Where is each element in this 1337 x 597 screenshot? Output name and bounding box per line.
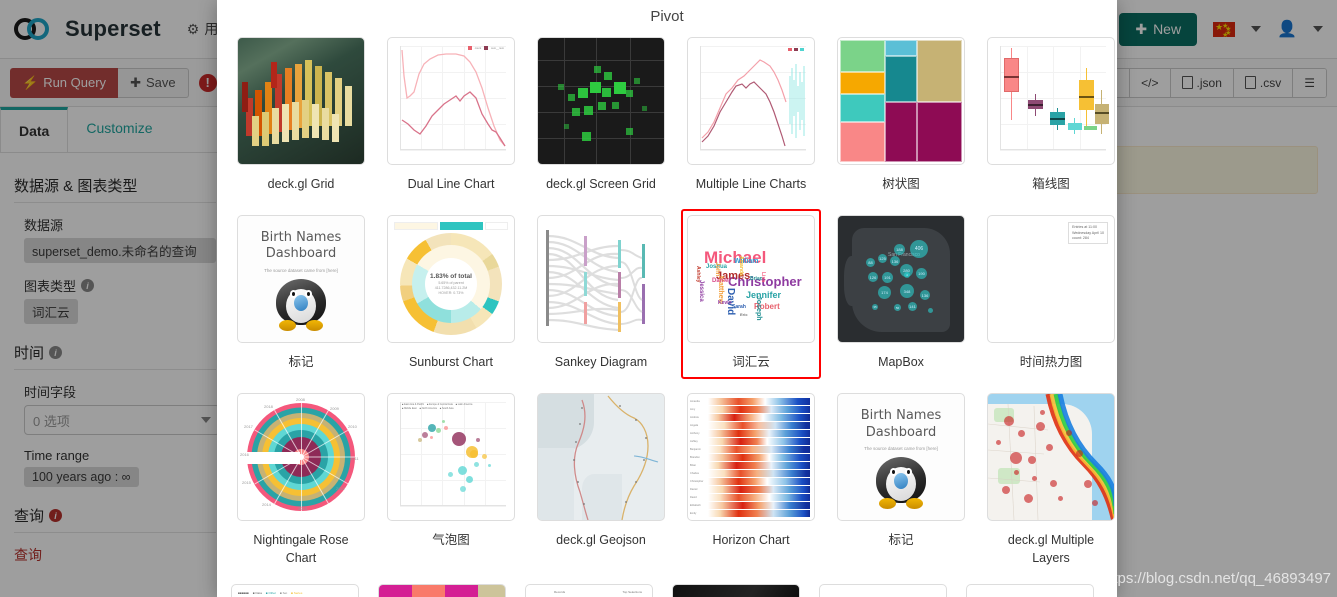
viz-cell-deckgl-geojson[interactable]: deck.gl Geojson bbox=[531, 387, 671, 575]
viz-label: Horizon Chart bbox=[712, 533, 790, 548]
word-lisa: Lisa bbox=[760, 272, 766, 283]
thumbnail-partial-2[interactable] bbox=[378, 583, 506, 597]
thumbnail-deckgl-grid bbox=[237, 37, 365, 165]
word-daniel: Daniel bbox=[712, 278, 731, 285]
word-sarah: Sarah bbox=[732, 304, 746, 311]
modal-title: Pivot bbox=[650, 8, 684, 25]
viz-label: Sankey Diagram bbox=[554, 355, 648, 370]
viz-label: 时间热力图 bbox=[1019, 355, 1083, 370]
viz-cell-dual-line-chart[interactable]: count sum__num Dual Line Chart bbox=[381, 31, 521, 201]
watermark: https://blog.csdn.net/qq_46893497 bbox=[1100, 570, 1331, 587]
viz-cell-multiple-line-charts[interactable]: Multiple Line Charts bbox=[681, 31, 821, 201]
thumbnail-birth-names-1: Birth Names Dashboard The source dataset… bbox=[237, 215, 365, 344]
word-jennifer: Jennifer bbox=[746, 290, 782, 301]
thumbnail-deckgl-multiple-layers bbox=[987, 393, 1115, 522]
viz-cell-deckgl-grid[interactable]: deck.gl Grid bbox=[231, 31, 371, 201]
word-jessica: Jessica bbox=[698, 280, 704, 302]
viz-cell-calendar-heatmap[interactable]: Entries at 11:00 Wednesday April 10 count:… bbox=[981, 209, 1117, 379]
thumbnail-bubble-chart: ■ East Asia & Pacific ■ Europe & Central… bbox=[387, 393, 515, 522]
thumbnail-word-cloud: Michael Christopher Jennifer David Rober… bbox=[687, 215, 815, 344]
viz-cell-sankey-diagram[interactable]: Sankey Diagram bbox=[531, 209, 671, 379]
penguin-logo-icon bbox=[272, 278, 330, 331]
viz-label: 气泡图 bbox=[432, 533, 470, 548]
viz-grid-row-2: Birth Names Dashboard The source dataset… bbox=[217, 209, 1117, 380]
viz-label: 标记 bbox=[888, 533, 914, 548]
thumbnail-treemap bbox=[837, 37, 965, 165]
thumbnail-sunburst-chart: 1.83% of total 5.65% of parent 411.7286,… bbox=[387, 215, 515, 344]
viz-cell-boxplot[interactable]: 箱线图 bbox=[981, 31, 1117, 201]
thumbnail-partial-3[interactable]: Records Top Selections bbox=[525, 583, 653, 597]
viz-cell-markup-1[interactable]: Birth Names Dashboard The source dataset… bbox=[231, 209, 371, 379]
viz-label: Dual Line Chart bbox=[407, 177, 495, 191]
sunburst-sub2: 411.7286,432.11.2M bbox=[434, 286, 468, 291]
viz-label: 树状图 bbox=[882, 177, 920, 191]
viz-label: 词汇云 bbox=[732, 355, 770, 370]
viz-cell-treemap[interactable]: 树状图 bbox=[831, 31, 971, 201]
sunburst-sub3: HOVER: 0.73% bbox=[438, 291, 464, 296]
viz-label: Multiple Line Charts bbox=[695, 177, 807, 191]
viz-label: deck.gl Geojson bbox=[556, 533, 646, 548]
viz-label: MapBox bbox=[878, 355, 924, 370]
word-ashley: Ashley bbox=[695, 266, 701, 283]
viz-cell-deckgl-screen-grid[interactable]: deck.gl Screen Grid bbox=[531, 31, 671, 201]
penguin-logo-icon bbox=[872, 456, 930, 509]
viz-cell-mapbox[interactable]: San Francisco 406 188 125 136 88 280 191… bbox=[831, 209, 971, 379]
word-john: John bbox=[714, 262, 720, 277]
viz-label: deck.gl Multiple Layers bbox=[1007, 533, 1095, 566]
viz-cell-horizon-chart[interactable]: Amanda Amy Andrew Angela Anthony Ashley Benjam… bbox=[681, 387, 821, 575]
thumbnail-deckgl-geojson bbox=[537, 393, 665, 522]
thumbnail-partial-4[interactable] bbox=[672, 583, 800, 597]
thumbnail-dual-line-chart: count sum__num bbox=[387, 37, 515, 165]
birth-names-title: Birth Names Dashboard bbox=[260, 230, 342, 262]
viz-cell-nightingale-rose-chart[interactable]: 2008 2009 2010 2011 2012 2013 2014 2015 … bbox=[231, 387, 371, 575]
sunburst-sub1: 5.65% of parent bbox=[438, 281, 464, 286]
sunburst-percent: 1.83% of total bbox=[430, 273, 472, 281]
thumbnail-birth-names-2: Birth Names Dashboard The source dataset… bbox=[837, 393, 965, 522]
thumbnail-calendar-heatmap: Entries at 11:00 Wednesday April 10 count:… bbox=[987, 215, 1115, 344]
birth-names-sub: The source dataset came from [here] bbox=[264, 267, 338, 273]
thumbnail-partial-5[interactable] bbox=[819, 583, 947, 597]
word-joseph: Joseph bbox=[755, 296, 762, 321]
word-kevin: Kevin bbox=[718, 300, 732, 307]
viz-label: 箱线图 bbox=[1032, 177, 1070, 191]
thumbnail-boxplot bbox=[987, 37, 1115, 165]
thumbnail-partial-1[interactable]: ■■■■■■ ■ Data ■ Other ■ Set ■ Series bbox=[231, 583, 359, 597]
thumbnail-horizon-chart: Amanda Amy Andrew Angela Anthony Ashley Benjam… bbox=[687, 393, 815, 522]
viz-cell-deckgl-multiple-layers[interactable]: deck.gl Multiple Layers bbox=[981, 387, 1117, 575]
viz-cell-markup-2[interactable]: Birth Names Dashboard The source dataset… bbox=[831, 387, 971, 575]
viz-label: deck.gl Screen Grid bbox=[546, 177, 656, 191]
viz-grid-row-3: 2008 2009 2010 2011 2012 2013 2014 2015 … bbox=[217, 387, 1117, 575]
viz-label: deck.gl Grid bbox=[267, 177, 335, 191]
thumbnail-nightingale-rose-chart: 2008 2009 2010 2011 2012 2013 2014 2015 … bbox=[237, 393, 365, 522]
viz-label: 标记 bbox=[288, 355, 314, 370]
viz-label: Nightingale Rose Chart bbox=[253, 533, 349, 566]
viz-grid-row-1: deck.gl Grid count sum__num Dual Line Ch… bbox=[217, 31, 1117, 201]
word-eric: Eric bbox=[740, 312, 748, 318]
thumbnail-multiple-line-charts bbox=[687, 37, 815, 165]
birth-names-title: Birth Names Dashboard bbox=[860, 408, 942, 440]
viz-label: Sunburst Chart bbox=[408, 355, 494, 370]
thumbnail-sankey-diagram bbox=[537, 215, 665, 344]
heatmap-tooltip: Entries at 11:00 Wednesday April 10 count:… bbox=[1068, 222, 1108, 245]
birth-names-sub: The source dataset came from [here] bbox=[864, 445, 938, 451]
viz-grid-row-4-partial: ■■■■■■ ■ Data ■ Other ■ Set ■ Series Recor… bbox=[217, 583, 1117, 597]
word-amanda: Amanda bbox=[738, 256, 744, 276]
viz-cell-word-cloud[interactable]: Michael Christopher Jennifer David Rober… bbox=[681, 209, 821, 380]
thumbnail-partial-6[interactable] bbox=[966, 583, 1094, 597]
viz-cell-sunburst-chart[interactable]: 1.83% of total 5.65% of parent 411.7286,… bbox=[381, 209, 521, 379]
thumbnail-mapbox: San Francisco 406 188 125 136 88 280 191… bbox=[837, 215, 965, 344]
viz-type-modal: Pivot deck.gl Grid count sum__num Dual L… bbox=[217, 0, 1117, 597]
viz-cell-bubble-chart[interactable]: ■ East Asia & Pacific ■ Europe & Central… bbox=[381, 387, 521, 575]
thumbnail-deckgl-screen-grid bbox=[537, 37, 665, 165]
